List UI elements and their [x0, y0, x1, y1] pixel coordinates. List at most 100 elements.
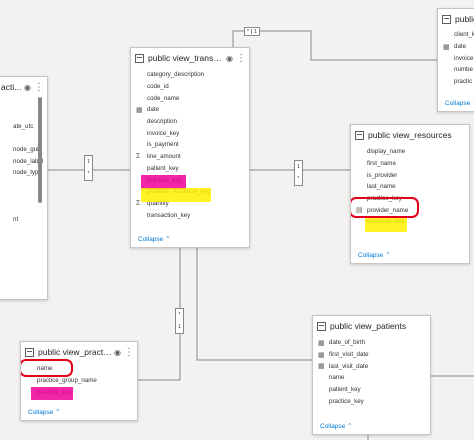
field-name: category_description	[147, 71, 205, 79]
field-name: display_name	[367, 148, 406, 156]
collapse-link[interactable]: Collapse ⌃	[351, 249, 391, 261]
field-name: ate_utc	[13, 122, 34, 130]
table-icon	[355, 130, 364, 140]
table-title: public view_resources	[368, 130, 452, 140]
table-card-practices[interactable]: public view_practices ◉ ⋮ name practice_g…	[20, 341, 138, 421]
collapse-link[interactable]: Collapse ⌃	[438, 97, 474, 109]
table-card-top-right[interactable]: public client_k▦dateinvoicenumbepractic …	[437, 8, 474, 112]
field-row[interactable]: numbe	[438, 64, 474, 76]
field-name: practice_group_name	[37, 377, 97, 385]
field-name: client_k	[454, 31, 474, 39]
field-name: invoice	[454, 54, 474, 62]
field-name: last_visit_date	[329, 362, 369, 370]
card-header[interactable]: public view_patients	[313, 316, 430, 336]
sigma-icon: Σ	[136, 199, 141, 207]
collapse-link[interactable]: Collapse ⌃	[313, 420, 353, 432]
field-name: is_provider	[367, 171, 398, 179]
relationship-connector-left[interactable]: 1 *	[84, 155, 93, 181]
field-row[interactable]: patient_key	[131, 163, 249, 175]
collapse-link[interactable]: Collapse ⌃	[131, 233, 171, 245]
field-row[interactable]: transaction_key	[131, 209, 249, 221]
field-row[interactable]: patient_key	[313, 384, 430, 396]
chevron-up-icon: ⌃	[347, 423, 353, 430]
field-row[interactable]: code_id	[131, 81, 249, 93]
field-name: practic	[454, 78, 473, 86]
cardinality-one: 1	[87, 159, 90, 165]
card-header[interactable]: public	[438, 9, 474, 29]
highlight-mark	[141, 175, 186, 189]
field-list: ▦ date_of_birth ▦ first_visit_date ▦ last_vis…	[313, 336, 430, 407]
table-card-resources[interactable]: public view_resources display_name first_…	[350, 124, 470, 264]
field-list: client_k ▦ date invoice numbe practic	[438, 29, 474, 87]
eye-icon[interactable]: ◉	[226, 54, 233, 63]
field-name: practice_key	[329, 397, 364, 405]
model-view-canvas[interactable]: * 1 1 * 1 * * 1 acti... ◉ ⋮ ate_utc node_…	[0, 0, 474, 440]
field-row[interactable]: ▦ date_of_birth	[313, 337, 430, 349]
field-name: name	[329, 374, 345, 382]
collapse-label: Collapse	[28, 408, 54, 416]
field-row[interactable]: practice_key	[313, 395, 430, 407]
field-name: description	[147, 118, 177, 126]
field-row[interactable]	[0, 202, 47, 214]
collapse-label: Collapse	[445, 99, 471, 107]
table-card-transactions[interactable]: public view_transacti... ◉ ⋮ category_de…	[130, 47, 250, 248]
field-row[interactable]: first_name	[351, 158, 469, 170]
more-options-icon[interactable]: ⋮	[236, 53, 246, 64]
field-row[interactable]: is_payment	[131, 139, 249, 151]
field-name: transaction_key	[147, 211, 191, 219]
field-row[interactable]: Σline_amount	[131, 151, 249, 163]
calendar-icon: ▦	[443, 43, 450, 51]
cardinality-one: 1	[253, 28, 257, 35]
table-title: public view_patients	[330, 321, 407, 331]
field-row[interactable]: code_name	[131, 92, 249, 104]
field-name: date	[147, 106, 160, 114]
cardinality-many: *	[87, 171, 90, 177]
field-row[interactable]: ▦ date	[438, 41, 474, 53]
relationship-connector-right[interactable]: 1 *	[294, 160, 303, 186]
sigma-icon: Σ	[136, 153, 141, 161]
field-row[interactable]: name	[313, 372, 430, 384]
field-row[interactable]: display_name	[351, 146, 469, 158]
field-row[interactable]: practic	[438, 76, 474, 88]
field-row[interactable]: nt	[0, 214, 47, 226]
table-card-left-partial[interactable]: acti... ◉ ⋮ ate_utc node_guid node_label no…	[0, 76, 48, 300]
highlight-mark	[31, 387, 73, 400]
more-options-icon[interactable]: ⋮	[34, 82, 44, 93]
field-row[interactable]: ▦ date	[131, 104, 249, 116]
calendar-icon: ▦	[318, 351, 325, 359]
field-row[interactable]	[0, 237, 47, 249]
eye-icon[interactable]: ◉	[114, 348, 121, 357]
collapse-label: Collapse	[138, 235, 164, 243]
collapse-link[interactable]: Collapse ⌃	[21, 406, 61, 418]
field-row[interactable]: last_name	[351, 181, 469, 193]
relationship-connector-bottom[interactable]: * 1	[175, 308, 184, 334]
more-options-icon[interactable]: ⋮	[124, 347, 134, 358]
field-row[interactable]: ▦ first_visit_date	[313, 349, 430, 361]
field-row[interactable]: category_description	[131, 69, 249, 81]
field-name: date	[454, 43, 467, 51]
field-row[interactable]: invoice_key	[131, 127, 249, 139]
field-name: numbe	[454, 66, 473, 74]
chevron-up-icon: ⌃	[165, 236, 171, 243]
card-header[interactable]: public view_transacti... ◉ ⋮	[131, 48, 249, 68]
card-header[interactable]: public view_resources	[351, 125, 469, 145]
field-row[interactable]: description	[131, 116, 249, 128]
field-row[interactable]: ▦ last_visit_date	[313, 360, 430, 372]
field-row[interactable]: is_provider	[351, 169, 469, 181]
table-icon	[25, 347, 34, 357]
calendar-icon: ▦	[318, 363, 325, 371]
table-card-patients[interactable]: public view_patients ▦ date_of_birth ▦ firs…	[312, 315, 431, 435]
cardinality-many: *	[247, 28, 249, 35]
table-icon	[442, 14, 451, 24]
relationship-connector-top[interactable]: * 1	[244, 27, 260, 36]
field-row[interactable]: invoice	[438, 52, 474, 64]
card-header[interactable]: acti... ◉ ⋮	[0, 77, 47, 97]
field-row[interactable]: client_k	[438, 29, 474, 41]
eye-icon[interactable]: ◉	[24, 83, 31, 92]
highlight-mark	[365, 218, 407, 232]
table-title: public view_transacti...	[148, 53, 224, 63]
field-row[interactable]	[0, 226, 47, 238]
field-name: first_name	[367, 160, 396, 168]
table-icon	[317, 321, 326, 331]
scrollbar-thumb[interactable]	[38, 97, 42, 203]
